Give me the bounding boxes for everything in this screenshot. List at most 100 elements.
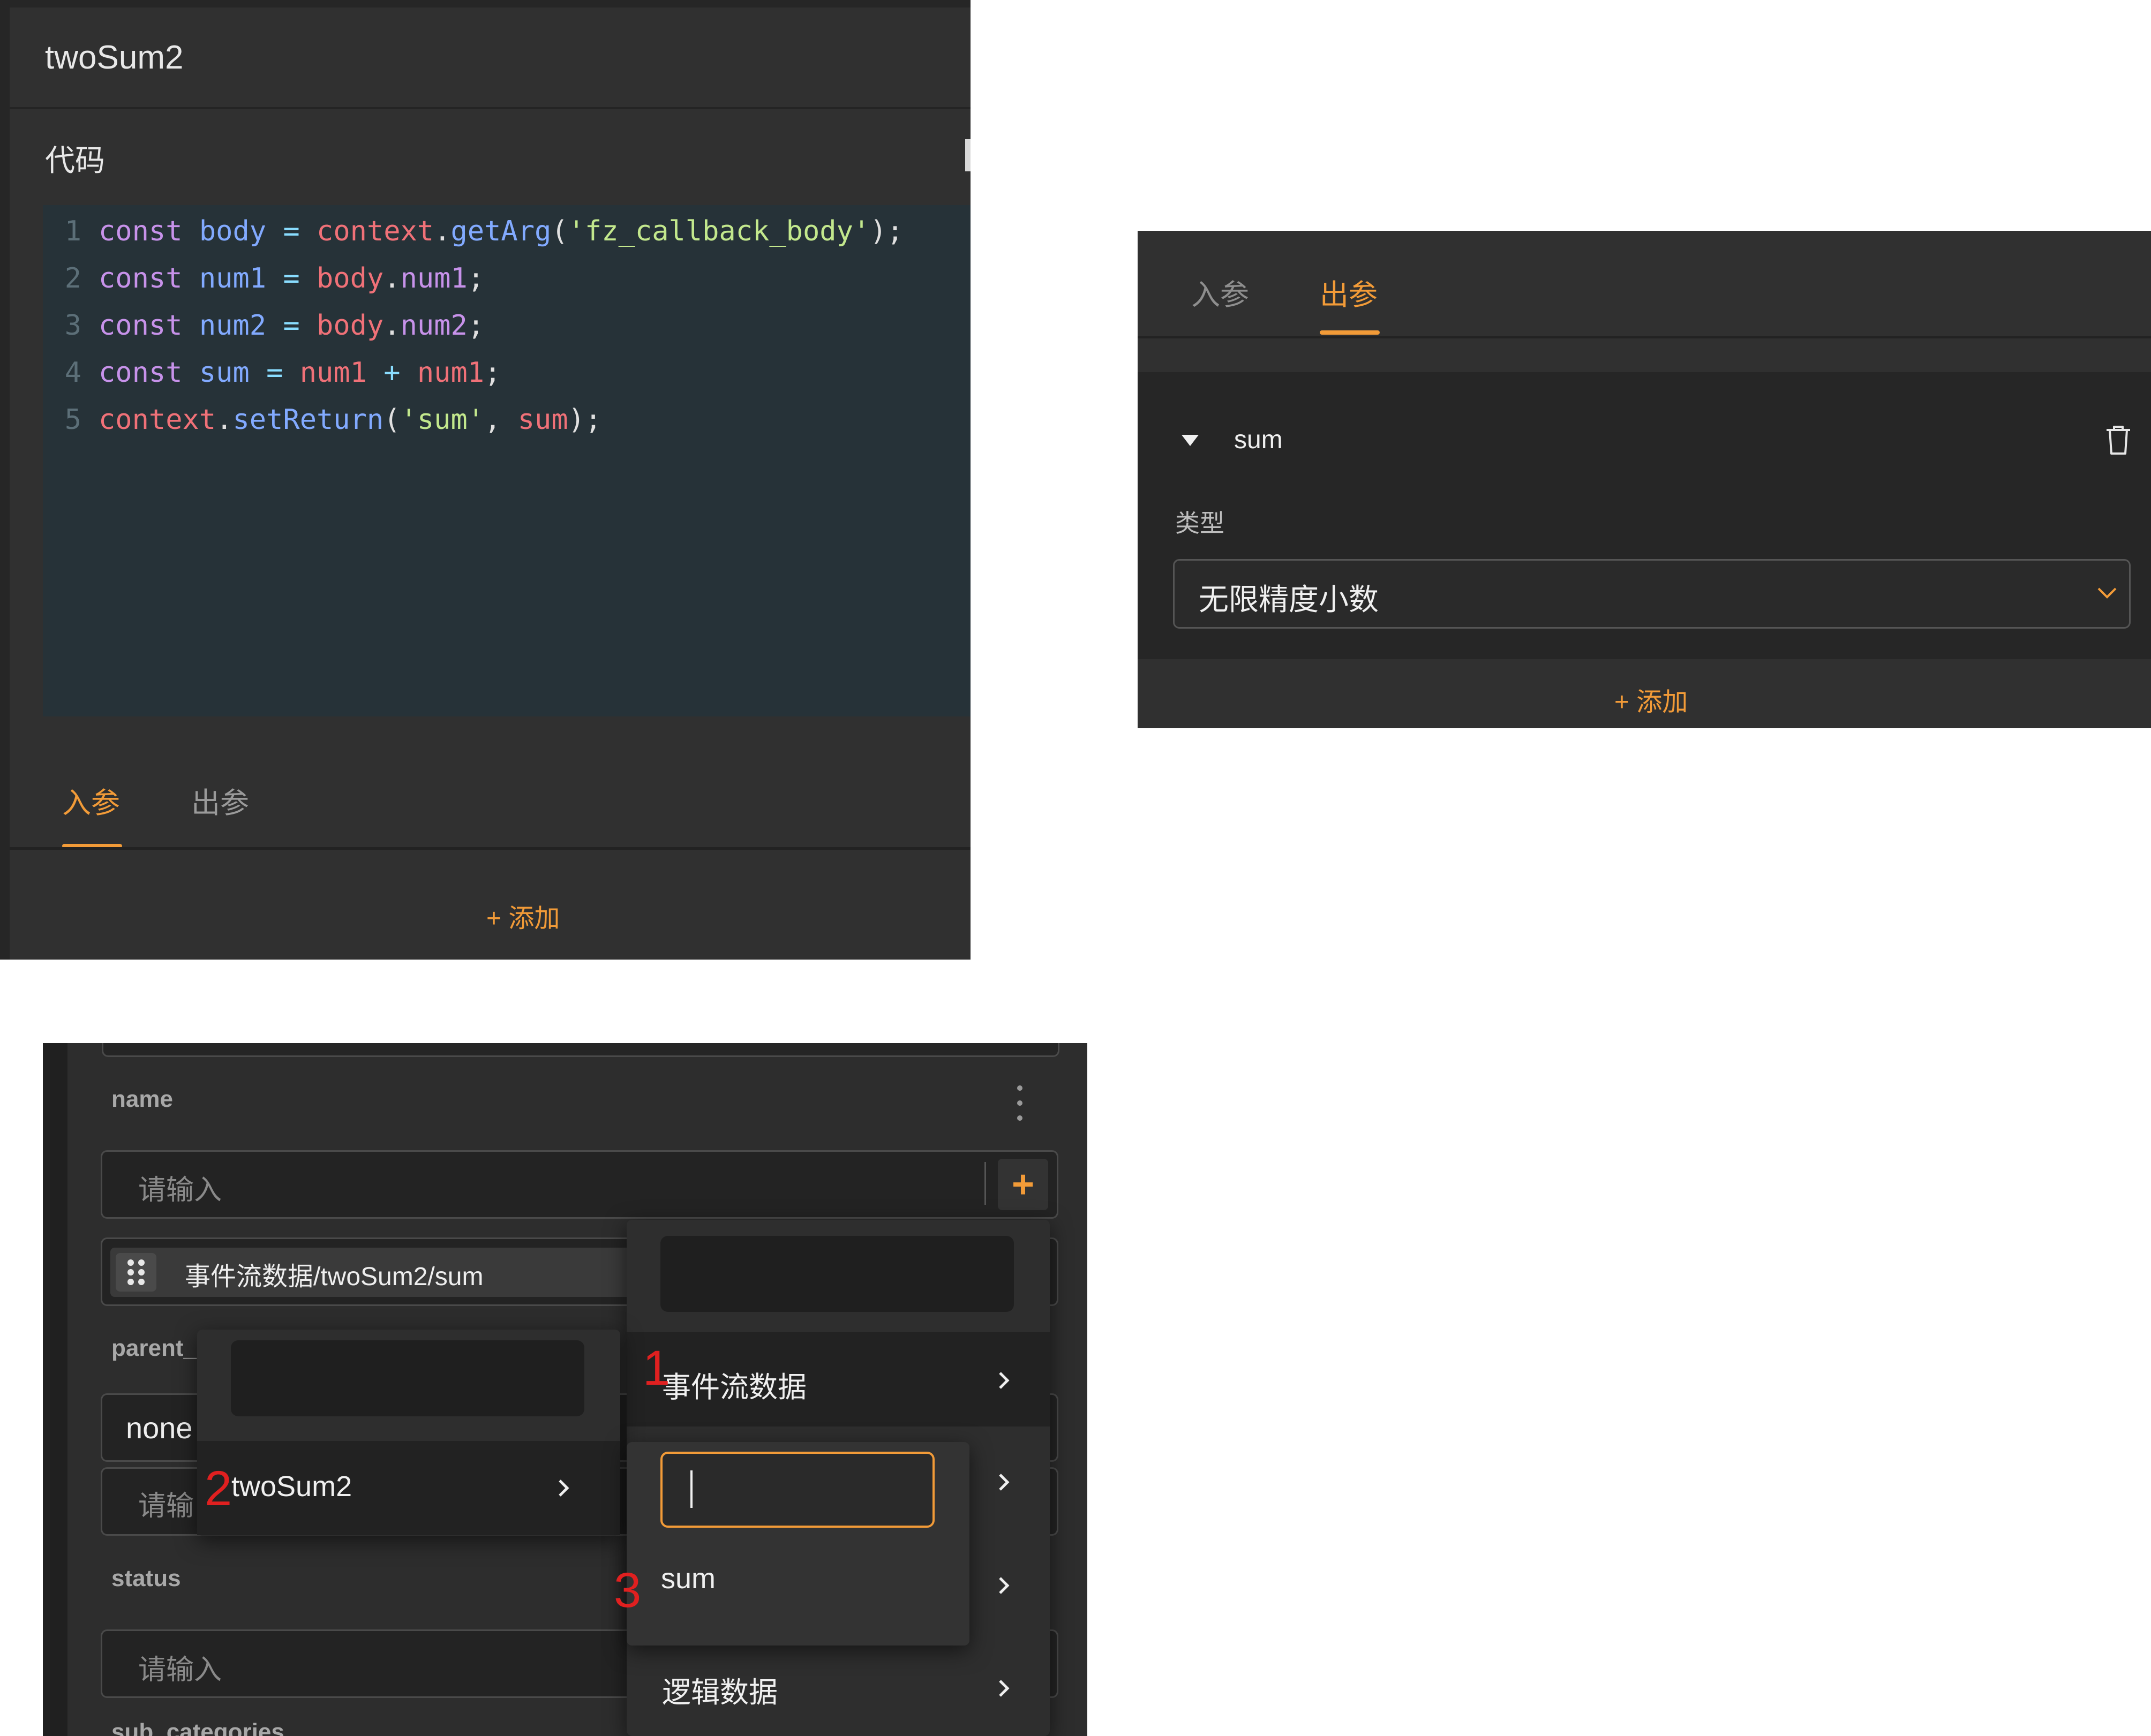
- more-options-icon[interactable]: [1016, 1084, 1024, 1122]
- code-token: context: [99, 404, 216, 436]
- code-token: (: [383, 404, 401, 436]
- dropdown-item-sum[interactable]: sum: [661, 1562, 716, 1595]
- panel-border: [0, 0, 10, 960]
- code-token: num2: [400, 310, 468, 342]
- plus-icon: +: [1011, 1163, 1035, 1206]
- drag-handle-icon[interactable]: [116, 1253, 156, 1292]
- add-param-button[interactable]: + 添加: [1614, 681, 1688, 718]
- code-section-label: 代码: [45, 144, 105, 177]
- dropdown-item-label: 事件流数据: [662, 1371, 807, 1403]
- field-label-name: name: [111, 1086, 173, 1112]
- code-line: 5 context.setReturn('sum', sum);: [43, 396, 971, 443]
- status-input-placeholder: 请输入: [138, 1655, 222, 1686]
- variable-token-text: 事件流数据/twoSum2/sum: [185, 1263, 484, 1291]
- chevron-right-icon: [559, 1480, 569, 1497]
- code-token: );: [568, 404, 602, 436]
- param-name: sum: [1234, 426, 1283, 454]
- field-label-sub-categories: sub_categories: [111, 1719, 284, 1736]
- event-flow-dropdown: twoSum2: [197, 1330, 620, 1536]
- code-token: num2: [199, 310, 267, 342]
- code-token: =: [283, 215, 300, 247]
- code-token: =: [283, 310, 300, 342]
- code-token: );: [870, 215, 904, 247]
- text-cursor: [690, 1470, 693, 1508]
- add-param-button[interactable]: + 添加: [486, 897, 560, 934]
- line-number: 1: [64, 215, 81, 247]
- code-token: .: [383, 262, 401, 295]
- code-editor[interactable]: 1 const body = context.getArg('fz_callbac…: [43, 205, 971, 716]
- tab-input-params[interactable]: 入参: [62, 779, 120, 821]
- output-params-panel: 入参 出参 sum 类型 无限精度小数 + 添加: [1138, 231, 2151, 728]
- node-title: twoSum2: [45, 39, 184, 76]
- code-token: body: [199, 215, 267, 247]
- panel-top-border: [10, 0, 971, 7]
- name-input-placeholder: 请输入: [138, 1175, 222, 1206]
- chevron-right-icon: [999, 1577, 1010, 1594]
- chevron-down-icon: [2097, 587, 2117, 599]
- code-token: num1: [199, 262, 267, 295]
- code-token: (: [551, 215, 568, 247]
- input-divider: [984, 1162, 986, 1205]
- parent-select-value: none: [126, 1411, 193, 1445]
- tab-divider: [1138, 336, 2151, 338]
- code-token: 'fz_callback_body': [568, 215, 870, 247]
- chevron-right-icon: [999, 1680, 1010, 1697]
- step-marker-3: 3: [614, 1563, 642, 1618]
- code-token: +: [383, 357, 401, 389]
- resize-handle[interactable]: [965, 139, 971, 171]
- code-token: num1: [400, 262, 468, 295]
- tab-output-params[interactable]: 出参: [191, 779, 249, 821]
- previous-field[interactable]: [102, 1043, 1059, 1057]
- step-marker-1: 1: [643, 1341, 671, 1395]
- chevron-right-icon: [999, 1372, 1010, 1389]
- chevron-right-icon: [999, 1474, 1010, 1491]
- code-token: body: [317, 310, 384, 342]
- line-number: 5: [64, 404, 81, 436]
- tab-divider: [10, 847, 971, 850]
- code-token: num1: [299, 357, 367, 389]
- line-number: 4: [64, 357, 81, 389]
- dropdown-item-label[interactable]: 逻辑数据: [662, 1669, 778, 1711]
- code-token: sum: [199, 357, 250, 389]
- code-token: ;: [467, 262, 485, 295]
- code-line: 3 const num2 = body.num2;: [43, 302, 971, 349]
- trash-icon[interactable]: [2104, 425, 2132, 456]
- tab-input-params[interactable]: 入参: [1191, 271, 1249, 313]
- tab-output-params[interactable]: 出参: [1320, 271, 1378, 313]
- code-token: =: [283, 262, 300, 295]
- node-output-dropdown: sum: [627, 1442, 969, 1646]
- code-token: ,: [484, 404, 518, 436]
- code-token: ;: [484, 357, 501, 389]
- left-gutter: [43, 1043, 67, 1736]
- code-token: 'sum': [400, 404, 485, 436]
- field-label-status: status: [111, 1565, 181, 1591]
- type-label: 类型: [1175, 509, 1224, 537]
- dropdown-item-label: twoSum2: [231, 1470, 352, 1503]
- dropdown-search-input[interactable]: [660, 1236, 1014, 1312]
- line-number: 3: [64, 310, 81, 342]
- code-token: const: [99, 310, 183, 342]
- data-form-panel: name 请输入 + 事件流数据/twoSum2/sum parent_ non…: [43, 1043, 1087, 1736]
- dropdown-search-input-focused[interactable]: [660, 1452, 935, 1528]
- code-line: 2 const num1 = body.num1;: [43, 255, 971, 302]
- collapse-caret-icon[interactable]: [1182, 435, 1199, 446]
- code-token: .: [383, 310, 401, 342]
- code-token: const: [99, 215, 183, 247]
- dropdown-search-input[interactable]: [231, 1340, 584, 1416]
- code-token: .: [216, 404, 233, 436]
- code-line: 4 const sum = num1 + num1;: [43, 349, 971, 396]
- name-input[interactable]: [101, 1150, 1058, 1219]
- divider: [10, 107, 971, 109]
- parent-input-placeholder: 请输: [138, 1491, 194, 1522]
- active-tab-underline: [1320, 330, 1380, 335]
